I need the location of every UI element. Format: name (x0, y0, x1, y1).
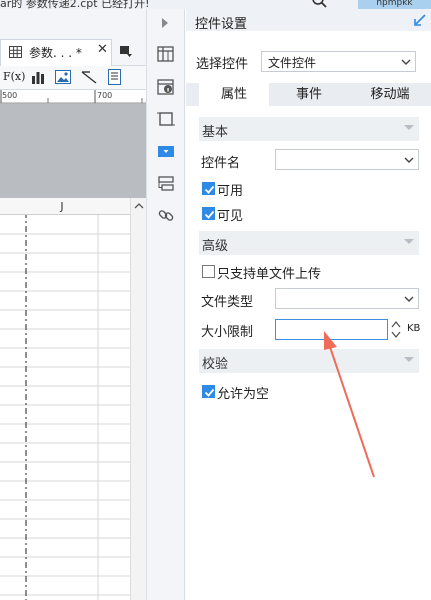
tab-menu-icon[interactable] (118, 43, 134, 59)
editor-tab-bar: 参数. . . * ✕ (0, 9, 146, 66)
top-bar: ar的 参数传递2.cpt 已经打开! hpmpkk (0, 0, 431, 10)
ruler-label-700: 700 (97, 91, 113, 100)
size-unit-label: KB (407, 323, 421, 334)
search-icon[interactable] (306, 0, 328, 9)
size-limit-label: 大小限制 (201, 325, 254, 340)
enabled-label: 可用 (217, 184, 244, 199)
spreadsheet-grid[interactable]: J (0, 198, 146, 600)
ruler-label-500: 500 (2, 91, 18, 100)
enabled-checkbox[interactable] (202, 182, 215, 195)
widget-name-field[interactable] (275, 149, 419, 170)
visible-label: 可见 (217, 209, 244, 224)
section-validate-title: 校验 (202, 357, 229, 372)
check-icon (204, 185, 215, 194)
caret-down-icon (404, 239, 414, 244)
report-editor: 参数. . . * ✕ F(x) 500 700 J (0, 9, 146, 600)
check-icon (204, 388, 215, 397)
select-widget-label: 选择控件 (196, 57, 249, 72)
widget-sidebar (146, 9, 185, 600)
annotation-arrow (324, 331, 375, 478)
editor-tab-title: 参数. . . * (29, 46, 82, 60)
single-file-upload-label: 只支持单文件上传 (217, 267, 322, 282)
widget-type-value: 文件控件 (268, 56, 317, 70)
property-tabs: 属性 事件 移动端 (186, 83, 431, 106)
horizontal-ruler: 500 700 (0, 90, 146, 104)
bar-chart-icon[interactable] (31, 70, 45, 84)
visible-checkbox[interactable] (202, 207, 215, 220)
close-icon[interactable]: ✕ (97, 42, 108, 57)
tab-mobile[interactable]: 移动端 (349, 83, 431, 106)
widget-settings-icon[interactable] (157, 143, 175, 161)
image-icon[interactable] (55, 70, 71, 84)
widget-settings-panel: 控件设置 选择控件 文件控件 属性 事件 移动端 基本 控件名 可用 可见 高级… (186, 9, 431, 600)
panel-title: 控件设置 (195, 17, 248, 32)
pin-icon[interactable] (414, 14, 426, 26)
insert-toolbar: F(x) (0, 66, 146, 90)
size-stepper[interactable] (391, 319, 401, 340)
table-attr-icon[interactable] (157, 45, 175, 63)
section-basic-title: 基本 (202, 125, 229, 140)
chevron-up-icon[interactable] (134, 202, 144, 210)
sheet-grid-icon (9, 46, 22, 58)
user-chip[interactable]: hpmpkk (358, 0, 431, 9)
vertical-scrollbar[interactable] (130, 198, 146, 600)
collapse-arrow-icon[interactable] (161, 17, 169, 29)
grid-lines (0, 215, 130, 600)
chevron-down-icon[interactable] (400, 56, 412, 68)
param-canvas[interactable] (0, 104, 146, 198)
allow-empty-label: 允许为空 (217, 387, 270, 402)
widget-type-select[interactable]: 文件控件 (261, 51, 416, 72)
column-header: J (0, 198, 130, 215)
layout-icon[interactable] (157, 175, 175, 193)
chevron-down-icon[interactable] (403, 293, 415, 305)
check-icon (204, 210, 215, 219)
allow-empty-checkbox[interactable] (202, 385, 215, 398)
tab-events[interactable]: 事件 (269, 83, 349, 106)
slash-line-icon[interactable] (81, 70, 97, 84)
section-basic[interactable]: 基本 (199, 117, 419, 141)
file-type-select[interactable] (275, 288, 419, 309)
panel-header: 控件设置 (186, 9, 431, 32)
formula-icon[interactable]: F(x) (3, 70, 25, 83)
crop-frame-icon[interactable] (157, 110, 175, 128)
single-file-upload-checkbox[interactable] (202, 265, 215, 278)
section-advanced[interactable]: 高级 (199, 231, 419, 255)
editor-tab[interactable]: 参数. . . * ✕ (0, 39, 112, 66)
tab-properties[interactable]: 属性 (199, 83, 269, 106)
widget-name-label: 控件名 (201, 156, 241, 171)
link-icon[interactable] (157, 206, 175, 224)
sub-report-icon[interactable] (108, 69, 121, 85)
column-header-j[interactable]: J (26, 198, 98, 215)
chevron-down-icon[interactable] (403, 154, 415, 166)
cell-info-icon[interactable] (157, 78, 175, 96)
section-advanced-title: 高级 (202, 239, 229, 254)
file-type-label: 文件类型 (201, 295, 254, 310)
caret-down-icon (404, 357, 414, 362)
caret-down-icon (404, 125, 414, 130)
